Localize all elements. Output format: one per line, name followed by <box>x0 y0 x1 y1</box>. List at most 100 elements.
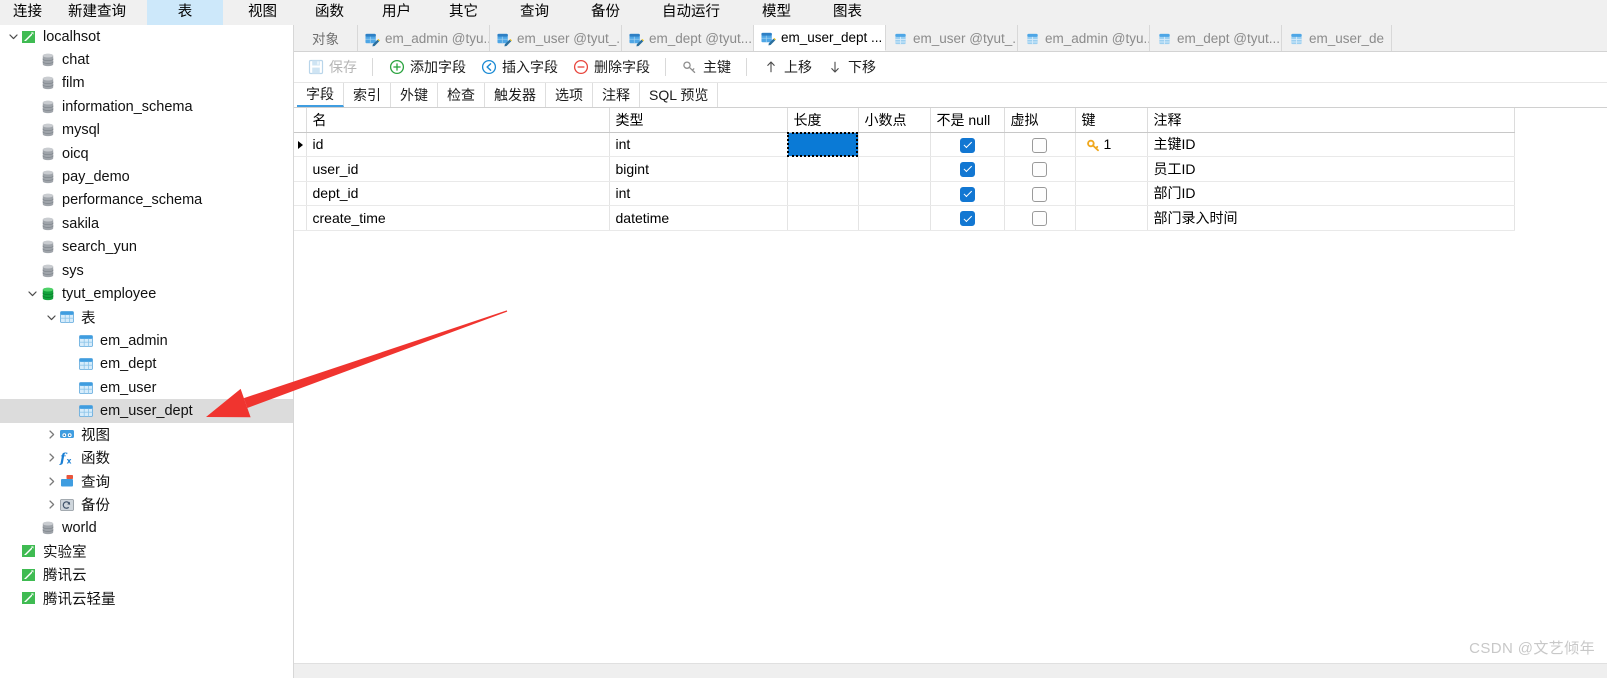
cell-key[interactable]: 1 <box>1075 132 1147 157</box>
tree-node-[interactable]: 腾讯云 <box>0 563 293 586</box>
tree-node-[interactable]: 实验室 <box>0 540 293 563</box>
menu-item-other[interactable]: 其它 <box>436 0 491 25</box>
cell-key[interactable] <box>1075 157 1147 182</box>
database-navigator-tree[interactable]: localhsotchatfilminformation_schemamysql… <box>0 25 293 678</box>
tree-node-[interactable]: 查询 <box>0 469 293 492</box>
chevron-down-icon[interactable] <box>44 306 58 329</box>
virtual-checkbox[interactable] <box>1032 187 1047 202</box>
document-tab[interactable]: em_user_de <box>1282 25 1392 51</box>
table-row[interactable]: user_idbigint员工ID <box>294 157 1514 182</box>
toolbar-button-arrow-up[interactable]: 上移 <box>755 55 819 80</box>
toolbar-button-insert-field[interactable]: 插入字段 <box>473 55 565 80</box>
field-definition-grid[interactable]: 名 类型 长度 小数点 不是 null 虚拟 键 注释 idint1主键IDus… <box>294 108 1607 231</box>
menu-item-view[interactable]: 视图 <box>235 0 290 25</box>
grid-header-decimals[interactable]: 小数点 <box>858 108 930 132</box>
grid-header-not-null[interactable]: 不是 null <box>930 108 1004 132</box>
menu-item-function[interactable]: 函数 <box>302 0 357 25</box>
menu-item-chart[interactable]: 图表 <box>820 0 875 25</box>
row-marker[interactable] <box>294 206 306 231</box>
row-marker[interactable] <box>294 181 306 206</box>
subtab-4[interactable]: 触发器 <box>485 83 546 107</box>
document-tabstrip[interactable]: 对象em_admin @tyu...em_user @tyut_...em_de… <box>294 25 1607 52</box>
menu-item-user[interactable]: 用户 <box>369 0 424 25</box>
toolbar-button-delete-field[interactable]: 删除字段 <box>565 55 657 80</box>
chevron-right-icon[interactable] <box>44 423 58 446</box>
grid-header-key[interactable]: 键 <box>1075 108 1147 132</box>
virtual-checkbox[interactable] <box>1032 162 1047 177</box>
cell-field-name[interactable]: dept_id <box>306 181 609 206</box>
document-tab[interactable]: em_dept @tyut... <box>1150 25 1282 51</box>
tree-node-oicq[interactable]: oicq <box>0 142 293 165</box>
toolbar-button-primary-key[interactable]: 主键 <box>674 55 738 80</box>
cell-virtual-checkbox[interactable] <box>1004 157 1075 182</box>
grid-header-type[interactable]: 类型 <box>609 108 787 132</box>
cell-key[interactable] <box>1075 181 1147 206</box>
row-marker[interactable] <box>294 157 306 182</box>
menu-item-connection[interactable]: 连接 <box>0 0 55 25</box>
tree-node-em_admin[interactable]: em_admin <box>0 329 293 352</box>
tree-node-tyut_employee[interactable]: tyut_employee <box>0 282 293 305</box>
subtab-6[interactable]: 注释 <box>593 83 640 107</box>
menu-item-table[interactable]: 表 <box>147 0 223 25</box>
tree-node-sys[interactable]: sys <box>0 259 293 282</box>
cell-virtual-checkbox[interactable] <box>1004 206 1075 231</box>
cell-field-type[interactable]: bigint <box>609 157 787 182</box>
tree-node-chat[interactable]: chat <box>0 48 293 71</box>
cell-field-type[interactable]: int <box>609 181 787 206</box>
menu-item-model[interactable]: 模型 <box>749 0 804 25</box>
tree-node-information_schema[interactable]: information_schema <box>0 95 293 118</box>
cell-field-decimals[interactable] <box>858 181 930 206</box>
cell-field-type[interactable]: datetime <box>609 206 787 231</box>
not-null-checkbox[interactable] <box>960 162 975 177</box>
tree-node-[interactable]: 备份 <box>0 493 293 516</box>
cell-comment[interactable]: 部门录入时间 <box>1147 206 1514 231</box>
table-designer-toolbar[interactable]: 保存添加字段插入字段删除字段主键上移下移 <box>294 52 1607 83</box>
cell-comment[interactable]: 员工ID <box>1147 157 1514 182</box>
not-null-checkbox[interactable] <box>960 211 975 226</box>
chevron-right-icon[interactable] <box>44 470 58 493</box>
subtab-1[interactable]: 索引 <box>344 83 391 107</box>
toolbar-button-add-field[interactable]: 添加字段 <box>381 55 473 80</box>
tree-node-performance_schema[interactable]: performance_schema <box>0 189 293 212</box>
document-tab[interactable]: em_admin @tyu... <box>358 25 490 51</box>
grid-header-name[interactable]: 名 <box>306 108 609 132</box>
tree-node-world[interactable]: world <box>0 516 293 539</box>
cell-key[interactable] <box>1075 206 1147 231</box>
document-tab[interactable]: em_user_dept ... <box>754 25 886 51</box>
cell-not-null-checkbox[interactable] <box>930 132 1004 157</box>
cell-field-name[interactable]: id <box>306 132 609 157</box>
document-tab[interactable]: em_admin @tyu... <box>1018 25 1150 51</box>
menu-item-new-query[interactable]: 新建查询 <box>55 0 139 25</box>
table-row[interactable]: dept_idint 部门ID <box>294 181 1514 206</box>
cell-field-decimals[interactable] <box>858 206 930 231</box>
tree-node-search_yun[interactable]: search_yun <box>0 236 293 259</box>
virtual-checkbox[interactable] <box>1032 138 1047 153</box>
tree-node-[interactable]: fx函数 <box>0 446 293 469</box>
subtab-7[interactable]: SQL 预览 <box>640 83 718 107</box>
tree-node-film[interactable]: film <box>0 72 293 95</box>
cell-field-type[interactable]: int <box>609 132 787 157</box>
subtab-0[interactable]: 字段 <box>297 83 344 107</box>
tree-node-[interactable]: 视图 <box>0 423 293 446</box>
table-row[interactable]: create_timedatetime部门录入时间 <box>294 206 1514 231</box>
tree-node-[interactable]: 腾讯云轻量 <box>0 586 293 609</box>
grid-header-virtual[interactable]: 虚拟 <box>1004 108 1075 132</box>
grid-header-length[interactable]: 长度 <box>787 108 858 132</box>
subtab-3[interactable]: 检查 <box>438 83 485 107</box>
cell-field-decimals[interactable] <box>858 132 930 157</box>
chevron-down-icon[interactable] <box>25 282 39 305</box>
cell-comment[interactable]: 部门ID <box>1147 181 1514 206</box>
cell-virtual-checkbox[interactable] <box>1004 181 1075 206</box>
cell-not-null-checkbox[interactable] <box>930 181 1004 206</box>
toolbar-button-arrow-down[interactable]: 下移 <box>819 55 883 80</box>
designer-subtabs[interactable]: 字段索引外键检查触发器选项注释SQL 预览 <box>294 83 1607 108</box>
document-tab[interactable]: em_user @tyut_... <box>490 25 622 51</box>
tree-node-mysql[interactable]: mysql <box>0 119 293 142</box>
not-null-checkbox[interactable] <box>960 138 975 153</box>
document-tab[interactable]: em_dept @tyut... <box>622 25 754 51</box>
tree-node-sakila[interactable]: sakila <box>0 212 293 235</box>
tree-node-[interactable]: 表 <box>0 306 293 329</box>
menu-item-query[interactable]: 查询 <box>507 0 562 25</box>
not-null-checkbox[interactable] <box>960 187 975 202</box>
menu-item-automation[interactable]: 自动运行 <box>649 0 733 25</box>
